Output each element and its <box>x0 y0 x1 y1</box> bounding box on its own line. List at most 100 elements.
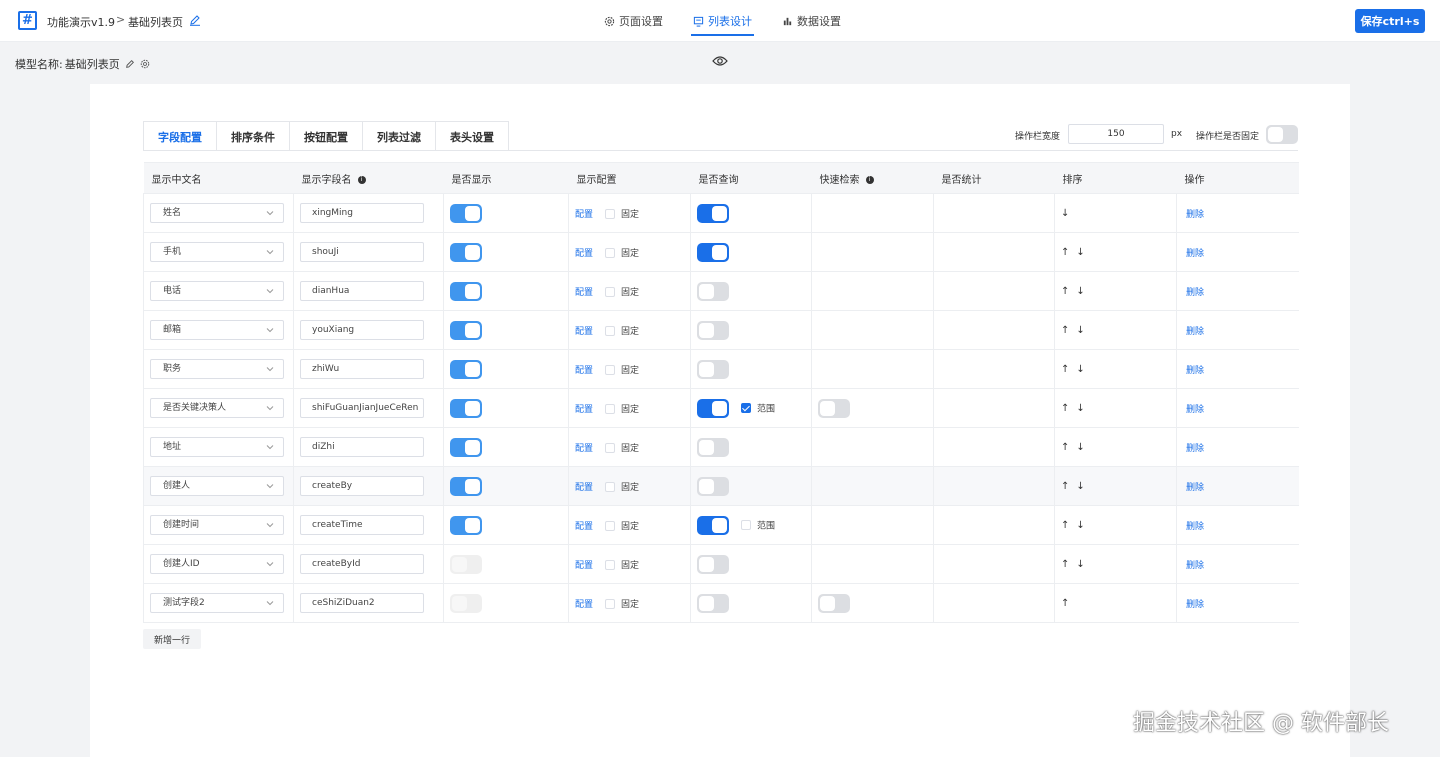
fixed-checkbox[interactable] <box>605 598 616 609</box>
quick-search-toggle[interactable] <box>818 398 850 418</box>
field-name-input[interactable]: dianHua <box>300 281 424 301</box>
cn-name-select[interactable]: 地址 <box>150 437 284 457</box>
eye-icon[interactable] <box>712 55 728 67</box>
config-link[interactable]: 配置 <box>575 600 593 610</box>
show-toggle[interactable] <box>450 593 482 613</box>
show-toggle[interactable] <box>450 554 482 574</box>
cn-name-select[interactable]: 手机 <box>150 242 284 262</box>
show-toggle[interactable] <box>450 242 482 262</box>
query-toggle[interactable] <box>697 320 729 340</box>
delete-link[interactable]: 删除 <box>1183 444 1204 454</box>
config-link[interactable]: 配置 <box>575 561 593 571</box>
tab-list-filter[interactable]: 列表过滤 <box>363 122 436 151</box>
add-row-button[interactable]: 新增一行 <box>143 629 201 649</box>
info-icon[interactable]: i <box>865 175 874 184</box>
tab-page-settings[interactable]: 页面设置 <box>604 0 663 42</box>
fixed-checkbox[interactable] <box>605 442 616 453</box>
query-toggle[interactable] <box>697 515 729 535</box>
fixed-checkbox[interactable] <box>605 520 616 531</box>
fixed-checkbox[interactable] <box>605 403 616 414</box>
query-toggle[interactable] <box>697 242 729 262</box>
move-down-icon[interactable]: ↓ <box>1076 520 1084 531</box>
move-down-icon[interactable]: ↓ <box>1076 442 1084 453</box>
show-toggle[interactable] <box>450 359 482 379</box>
move-up-icon[interactable]: ↑ <box>1061 364 1069 375</box>
field-name-input[interactable]: shiFuGuanJianJueCeRen <box>300 398 424 418</box>
field-name-input[interactable]: shouJi <box>300 242 424 262</box>
field-name-input[interactable]: createTime <box>300 515 424 535</box>
delete-link[interactable]: 删除 <box>1183 249 1204 259</box>
edit-icon[interactable] <box>189 14 201 26</box>
quick-search-toggle[interactable] <box>818 593 850 613</box>
show-toggle[interactable] <box>450 320 482 340</box>
op-fixed-toggle[interactable] <box>1266 125 1298 144</box>
save-button[interactable]: 保存ctrl+s <box>1355 9 1425 33</box>
range-checkbox[interactable] <box>741 520 751 530</box>
field-name-input[interactable]: xingMing <box>300 203 424 223</box>
query-toggle[interactable] <box>697 281 729 301</box>
delete-link[interactable]: 删除 <box>1183 522 1204 532</box>
query-toggle[interactable] <box>697 437 729 457</box>
gear-icon[interactable] <box>140 59 150 69</box>
cn-name-select[interactable]: 创建人 <box>150 476 284 496</box>
cn-name-select[interactable]: 创建时间 <box>150 515 284 535</box>
cn-name-select[interactable]: 测试字段2 <box>150 593 284 613</box>
show-toggle[interactable] <box>450 476 482 496</box>
move-up-icon[interactable]: ↑ <box>1061 481 1069 492</box>
config-link[interactable]: 配置 <box>575 483 593 493</box>
tab-sort-conditions[interactable]: 排序条件 <box>217 122 290 151</box>
tab-field-config[interactable]: 字段配置 <box>144 122 217 151</box>
move-up-icon[interactable]: ↑ <box>1061 403 1069 414</box>
config-link[interactable]: 配置 <box>575 327 593 337</box>
fixed-checkbox[interactable] <box>605 559 616 570</box>
config-link[interactable]: 配置 <box>575 249 593 259</box>
move-down-icon[interactable]: ↓ <box>1076 364 1084 375</box>
field-name-input[interactable]: createBy <box>300 476 424 496</box>
move-down-icon[interactable]: ↓ <box>1076 559 1084 570</box>
show-toggle[interactable] <box>450 281 482 301</box>
query-toggle[interactable] <box>697 203 729 223</box>
tab-list-design[interactable]: 列表设计 <box>691 0 754 42</box>
tab-header-settings[interactable]: 表头设置 <box>436 122 508 151</box>
move-down-icon[interactable]: ↓ <box>1076 403 1084 414</box>
field-name-input[interactable]: youXiang <box>300 320 424 340</box>
config-link[interactable]: 配置 <box>575 210 593 220</box>
field-name-input[interactable]: ceShiZiDuan2 <box>300 593 424 613</box>
info-icon[interactable]: i <box>357 175 366 184</box>
delete-link[interactable]: 删除 <box>1183 483 1204 493</box>
delete-link[interactable]: 删除 <box>1183 288 1204 298</box>
query-toggle[interactable] <box>697 359 729 379</box>
app-title[interactable]: 功能演示v1.9 <box>47 14 115 30</box>
config-link[interactable]: 配置 <box>575 288 593 298</box>
query-toggle[interactable] <box>697 398 729 418</box>
config-link[interactable]: 配置 <box>575 444 593 454</box>
delete-link[interactable]: 删除 <box>1183 210 1204 220</box>
fixed-checkbox[interactable] <box>605 247 616 258</box>
edit-icon[interactable] <box>125 59 135 69</box>
show-toggle[interactable] <box>450 398 482 418</box>
range-checkbox[interactable] <box>741 403 751 413</box>
move-down-icon[interactable]: ↓ <box>1076 481 1084 492</box>
delete-link[interactable]: 删除 <box>1183 327 1204 337</box>
move-down-icon[interactable]: ↓ <box>1076 325 1084 336</box>
fixed-checkbox[interactable] <box>605 364 616 375</box>
cn-name-select[interactable]: 职务 <box>150 359 284 379</box>
fixed-checkbox[interactable] <box>605 208 616 219</box>
config-link[interactable]: 配置 <box>575 405 593 415</box>
cn-name-select[interactable]: 是否关键决策人 <box>150 398 284 418</box>
query-toggle[interactable] <box>697 476 729 496</box>
cn-name-select[interactable]: 创建人ID <box>150 554 284 574</box>
move-down-icon[interactable]: ↓ <box>1076 286 1084 297</box>
move-up-icon[interactable]: ↑ <box>1061 325 1069 336</box>
move-up-icon[interactable]: ↑ <box>1061 520 1069 531</box>
cn-name-select[interactable]: 电话 <box>150 281 284 301</box>
config-link[interactable]: 配置 <box>575 366 593 376</box>
field-name-input[interactable]: diZhi <box>300 437 424 457</box>
fixed-checkbox[interactable] <box>605 481 616 492</box>
cn-name-select[interactable]: 姓名 <box>150 203 284 223</box>
move-up-icon[interactable]: ↑ <box>1061 442 1069 453</box>
fixed-checkbox[interactable] <box>605 286 616 297</box>
move-up-icon[interactable]: ↑ <box>1061 247 1069 258</box>
delete-link[interactable]: 删除 <box>1183 561 1204 571</box>
query-toggle[interactable] <box>697 593 729 613</box>
